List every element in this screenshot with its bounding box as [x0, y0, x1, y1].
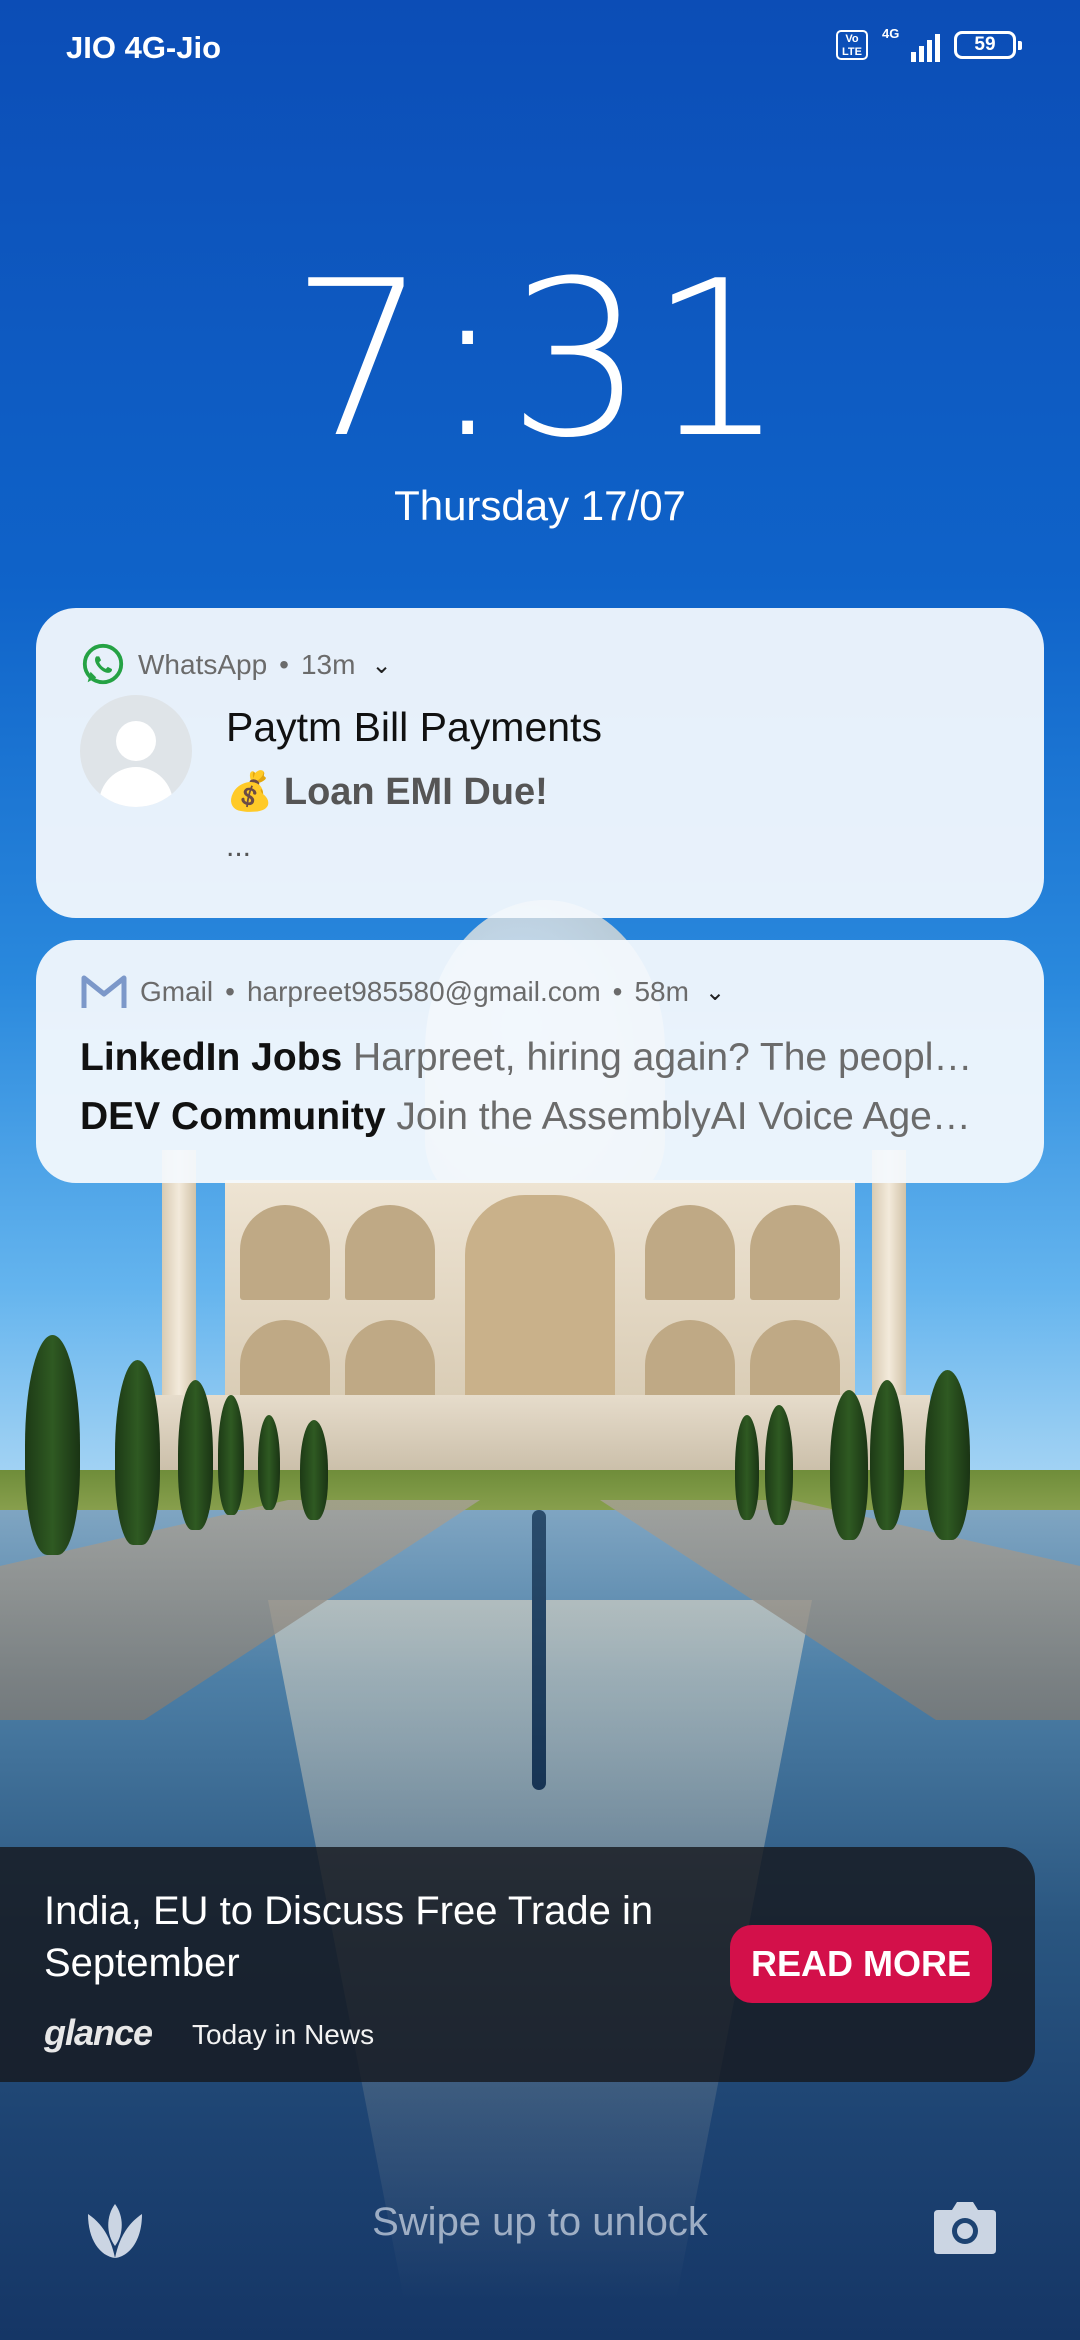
wallpaper-tree	[218, 1395, 244, 1515]
wallpaper-arch	[240, 1320, 330, 1400]
glance-logo: glance	[44, 2012, 153, 2053]
notification-app-name: WhatsApp	[138, 649, 268, 680]
notification-app-name: Gmail	[140, 976, 214, 1007]
wallpaper-minaret-right	[872, 1150, 906, 1410]
notification-whatsapp[interactable]: WhatsApp • 13m ⌄ Paytm Bill Payments 💰 L…	[36, 608, 1044, 918]
signal-bar	[919, 46, 924, 62]
notification-gmail[interactable]: Gmail • harpreet985580@gmail.com • 58m ⌄…	[36, 940, 1044, 1183]
wallpaper-arch	[645, 1320, 735, 1400]
lock-clock: 7:31	[290, 234, 790, 485]
notification-age: 13m	[300, 649, 356, 680]
battery-level: 59	[974, 34, 996, 55]
chevron-down-icon[interactable]: ⌄	[705, 978, 725, 1007]
wallpaper-arch	[345, 1320, 435, 1400]
read-more-button[interactable]: READ MORE	[730, 1925, 992, 2003]
carrier-name: JIO 4G-Jio	[66, 30, 222, 65]
wallpaper-tree	[178, 1380, 213, 1530]
wallpaper-arch	[750, 1320, 840, 1400]
wallpaper-minaret-left	[162, 1150, 196, 1410]
wallpaper-tree	[300, 1420, 328, 1520]
separator-dot: •	[225, 976, 235, 1007]
notification-account: harpreet985580@gmail.com	[246, 976, 601, 1007]
signal-bar	[927, 40, 932, 62]
news-headline[interactable]: India, EU to Discuss Free Trade in Septe…	[44, 1885, 734, 1989]
notification-title: Paytm Bill Payments	[226, 704, 602, 750]
notification-body: 💰 Loan EMI Due!	[226, 771, 548, 813]
wallpaper-arch	[240, 1205, 330, 1300]
email-row[interactable]: DEV Community Join the AssemblyAI Voice …	[80, 1095, 1020, 1139]
chevron-down-icon[interactable]: ⌄	[371, 651, 391, 680]
wallpaper-tree	[258, 1415, 280, 1510]
avatar	[80, 695, 192, 807]
signal-bars	[911, 34, 940, 62]
wallpaper-tree	[735, 1415, 759, 1520]
glance-news-card[interactable]: India, EU to Discuss Free Trade in Septe…	[0, 1847, 1035, 2082]
volte-icon: Vo LTE	[836, 30, 868, 60]
email-sender: DEV Community	[80, 1095, 386, 1138]
battery-icon: 59	[954, 31, 1022, 59]
email-sender: LinkedIn Jobs	[80, 1036, 343, 1079]
wallpaper-tree	[25, 1335, 80, 1555]
status-bar: JIO 4G-Jio Vo LTE 4G 59	[0, 0, 1080, 100]
wallpaper-tree	[765, 1405, 793, 1525]
volte-label: Vo LTE	[842, 33, 862, 58]
separator-dot: •	[612, 976, 623, 1007]
avatar-shoulders	[99, 767, 173, 807]
avatar-head	[116, 721, 156, 761]
wallpaper-tree	[830, 1390, 868, 1540]
notification-age: 58m	[634, 976, 689, 1007]
whatsapp-icon	[82, 643, 124, 685]
notification-header: Gmail • harpreet985580@gmail.com • 58m ⌄	[80, 974, 725, 1010]
signal-icon: 4G	[882, 26, 940, 62]
email-subject: Join the AssemblyAI Voice Age…	[396, 1095, 971, 1138]
notification-header: WhatsApp • 13m ⌄	[80, 642, 392, 688]
news-source: Today in News	[192, 2019, 375, 2050]
signal-bar	[935, 34, 940, 62]
gmail-icon	[81, 975, 127, 1008]
lock-date: Thursday 17/07	[394, 482, 686, 529]
wallpaper-arch	[750, 1205, 840, 1300]
notification-more: ...	[226, 830, 252, 863]
wallpaper-tree	[925, 1370, 970, 1540]
wallpaper-arch	[645, 1205, 735, 1300]
email-subject: Harpreet, hiring again? The peopl…	[353, 1036, 973, 1079]
camera-icon[interactable]	[932, 2198, 998, 2256]
network-type: 4G	[882, 26, 900, 41]
wallpaper-tree	[115, 1360, 160, 1545]
swipe-up-hint: Swipe up to unlock	[372, 2200, 708, 2244]
wallpaper-tree	[870, 1380, 904, 1530]
wallpaper-fountain-line	[532, 1510, 546, 1790]
separator-dot: •	[279, 649, 289, 680]
wallpaper-arch	[465, 1195, 615, 1405]
wallpaper-arch	[345, 1205, 435, 1300]
email-row[interactable]: LinkedIn Jobs Harpreet, hiring again? Th…	[80, 1036, 1020, 1080]
status-icons: Vo LTE 4G 59	[836, 26, 1022, 62]
signal-bar	[911, 52, 916, 62]
